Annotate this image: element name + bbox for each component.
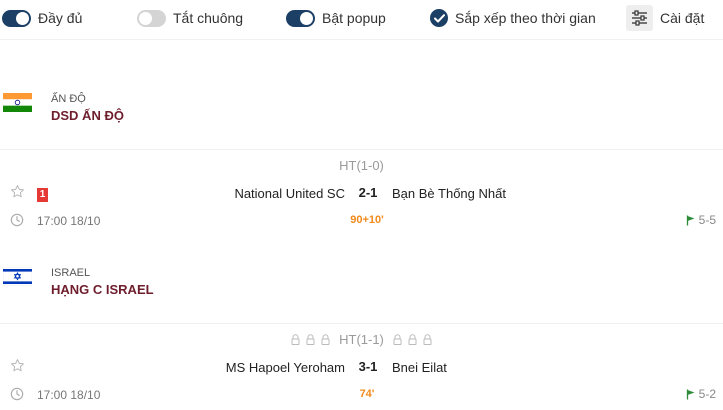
popup-toggle[interactable]: Bật popup <box>286 7 386 29</box>
mute-toggle-label: Tắt chuông <box>173 10 244 26</box>
league-country: Ấn Độ <box>51 93 86 105</box>
league-name[interactable]: DSD ẤN ĐỘ <box>51 108 124 123</box>
locked-odds-left <box>288 332 333 347</box>
halftime-score: HT(1-1) <box>339 332 384 347</box>
lock-icon <box>306 334 315 345</box>
match-row[interactable]: HT(1-1) MS Hapoel Yeroham 3-1 Bnei Eilat… <box>0 323 723 410</box>
corner-flag-icon <box>686 215 695 225</box>
sort-by-time-checkbox[interactable]: Sắp xếp theo thời gian <box>430 7 596 29</box>
match-score[interactable]: 2-1 <box>345 185 391 200</box>
corner-count: 5-2 <box>686 387 716 401</box>
kickoff-time: 17:00 18/10 <box>37 388 101 402</box>
favorite-star-icon[interactable] <box>10 184 25 199</box>
league-country: Israel <box>51 267 91 279</box>
halftime-row: HT(1-1) <box>0 332 723 347</box>
match-row[interactable]: HT(1-0) 1 National United SC 2-1 Bạn Bè … <box>0 149 723 237</box>
league-header[interactable]: Ấn Độ DSD ẤN ĐỘ <box>0 93 723 133</box>
favorite-star-icon[interactable] <box>10 358 25 373</box>
away-team[interactable]: Bnei Eilat <box>392 360 447 375</box>
india-flag-icon <box>3 93 32 112</box>
league-name[interactable]: HẠNG C ISRAEL <box>51 282 154 297</box>
sliders-icon <box>626 5 653 31</box>
popup-toggle-label: Bật popup <box>322 10 386 26</box>
mute-switch[interactable] <box>137 9 166 27</box>
checkmark-icon[interactable] <box>430 9 448 27</box>
clock-icon <box>10 213 24 227</box>
match-score[interactable]: 3-1 <box>345 359 391 374</box>
corner-flag-icon <box>686 389 695 399</box>
home-team[interactable]: MS Hapoel Yeroham <box>226 360 345 375</box>
lock-icon <box>321 334 330 345</box>
sort-by-time-label: Sắp xếp theo thời gian <box>455 10 596 26</box>
settings-label: Cài đặt <box>660 10 705 26</box>
full-toggle-label: Đầy đủ <box>38 10 83 26</box>
clock-icon <box>10 387 24 401</box>
halftime-score: HT(1-0) <box>339 158 384 173</box>
lock-icon <box>423 334 432 345</box>
filter-toolbar: Đầy đủ Tắt chuông Bật popup Sắp xếp theo… <box>0 0 723 40</box>
live-minute: 90+10' <box>350 214 384 226</box>
full-switch[interactable] <box>2 9 31 27</box>
locked-odds-right <box>390 332 435 347</box>
red-card-badge: 1 <box>37 188 48 202</box>
lock-icon <box>393 334 402 345</box>
away-team[interactable]: Bạn Bè Thống Nhất <box>392 186 506 201</box>
live-minute: 74' <box>359 388 375 400</box>
lock-icon <box>291 334 300 345</box>
full-toggle[interactable]: Đầy đủ <box>2 7 82 29</box>
corner-score: 5-5 <box>698 213 716 227</box>
home-team[interactable]: National United SC <box>234 186 345 201</box>
kickoff-time: 17:00 18/10 <box>37 214 101 228</box>
corner-count: 5-5 <box>686 213 716 227</box>
corner-score: 5-2 <box>698 387 716 401</box>
league-header[interactable]: Israel HẠNG C ISRAEL <box>0 267 723 307</box>
israel-flag-icon <box>3 267 32 286</box>
mute-toggle[interactable]: Tắt chuông <box>137 7 243 29</box>
lock-icon <box>408 334 417 345</box>
settings-button[interactable]: Cài đặt <box>626 5 704 31</box>
popup-switch[interactable] <box>286 9 315 27</box>
